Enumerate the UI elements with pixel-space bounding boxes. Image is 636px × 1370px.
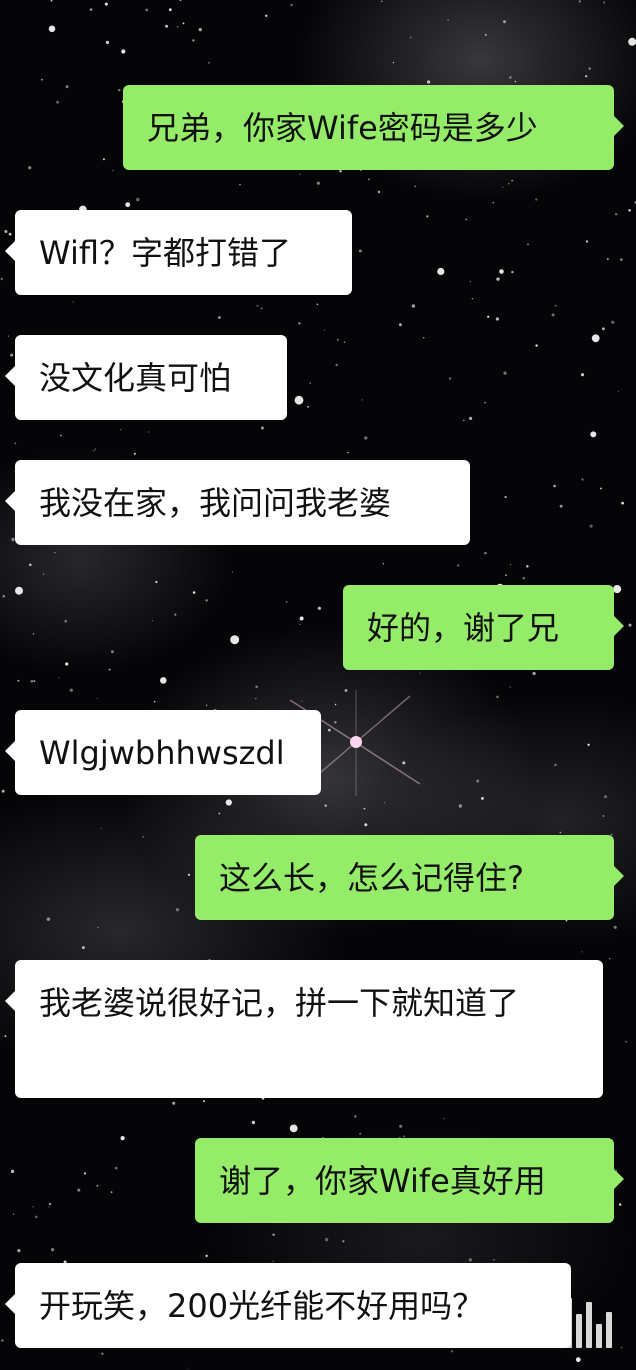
message-text: 我老婆说很好记，拼一下就知道了: [39, 984, 520, 1022]
watermark-icon: [532, 1296, 618, 1348]
message-bubble-received[interactable]: 没文化真可怕: [5, 335, 287, 420]
message-text: 兄弟，你家Wife密码是多少: [147, 109, 538, 147]
message-text: Wifl？字都打错了: [39, 234, 291, 272]
message-bubble-received[interactable]: Wlgjwbhhwszdl: [5, 710, 321, 795]
message-text: 没文化真可怕: [39, 359, 232, 397]
message-bubble-sent[interactable]: 兄弟，你家Wife密码是多少: [123, 85, 624, 170]
message-bubble-received[interactable]: 我老婆说很好记，拼一下就知道了: [5, 960, 603, 1098]
message-text: 我没在家，我问问我老婆: [39, 484, 392, 522]
chat-thread: 兄弟，你家Wife密码是多少 Wifl？字都打错了 没文化真可怕 我没在家，我问…: [0, 0, 636, 1370]
message-bubble-sent[interactable]: 好的，谢了兄: [343, 585, 624, 670]
message-bubble-received[interactable]: Wifl？字都打错了: [5, 210, 352, 295]
message-bubble-received[interactable]: 我没在家，我问问我老婆: [5, 460, 470, 545]
message-bubble-sent[interactable]: 这么长，怎么记得住?: [195, 835, 624, 920]
message-text: Wlgjwbhhwszdl: [39, 734, 285, 772]
message-text: 谢了，你家Wife真好用: [219, 1162, 546, 1200]
message-bubble-sent[interactable]: 谢了，你家Wife真好用: [195, 1138, 624, 1223]
message-bubble-received[interactable]: 开玩笑，200光纤能不好用吗？: [5, 1263, 571, 1348]
message-text: 开玩笑，200光纤能不好用吗？: [39, 1287, 485, 1325]
message-text: 这么长，怎么记得住?: [219, 859, 524, 897]
message-text: 好的，谢了兄: [367, 609, 560, 647]
